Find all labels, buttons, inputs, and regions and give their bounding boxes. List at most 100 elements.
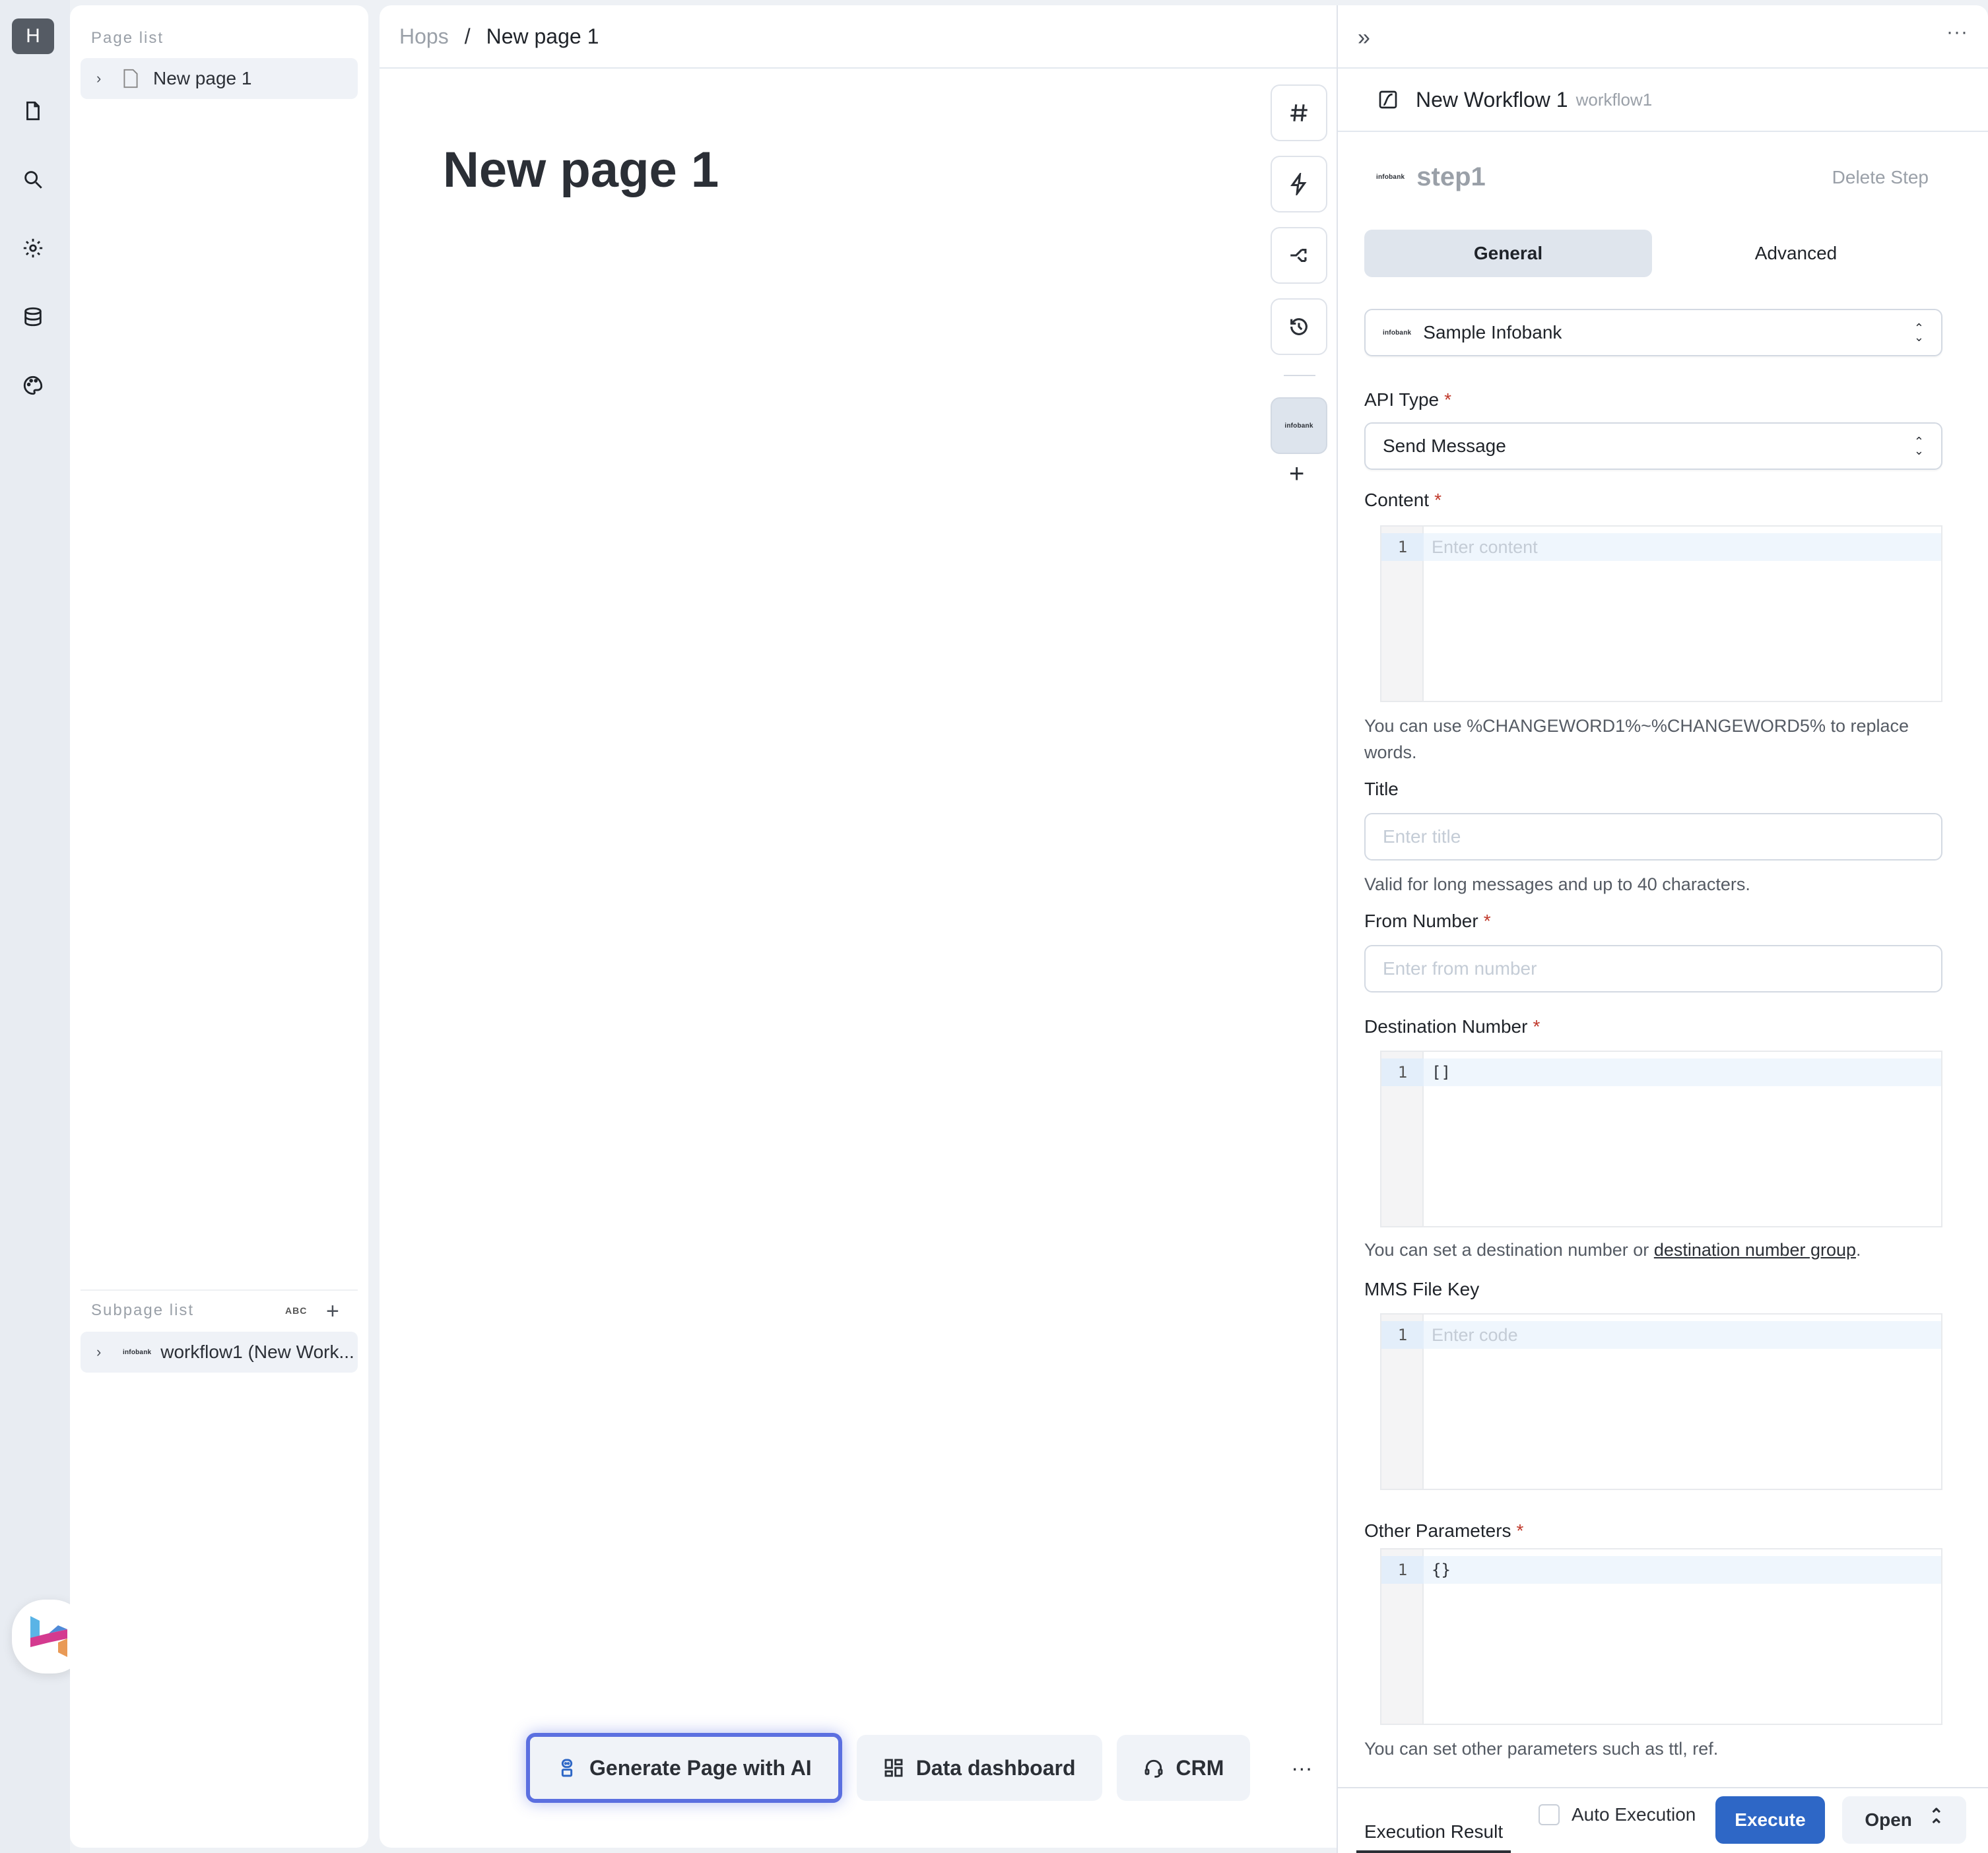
generate-page-ai-button[interactable]: Generate Page with AI bbox=[526, 1733, 842, 1803]
page-title[interactable]: New page 1 bbox=[443, 141, 719, 199]
settings-nav-button[interactable] bbox=[20, 235, 46, 261]
tab-advanced[interactable]: Advanced bbox=[1652, 230, 1940, 277]
destination-number-help: You can set a destination number or dest… bbox=[1364, 1240, 1861, 1260]
execute-button[interactable]: Execute bbox=[1715, 1796, 1825, 1844]
open-results-button[interactable]: Open ⌃ ⌃ bbox=[1842, 1796, 1966, 1844]
page-list-panel: Page list › New page 1 Subpage list ABC … bbox=[70, 5, 368, 1848]
toolbar-divider bbox=[1284, 375, 1315, 376]
add-subpage-button[interactable]: + bbox=[326, 1300, 339, 1322]
search-icon bbox=[24, 171, 42, 189]
destination-number-label: Destination Number * bbox=[1364, 1016, 1541, 1037]
page-list-item[interactable]: › New page 1 bbox=[81, 58, 358, 99]
mms-file-key-placeholder: Enter code bbox=[1432, 1324, 1518, 1345]
workflow-id: workflow1 bbox=[1575, 89, 1653, 110]
flow-button[interactable] bbox=[1271, 227, 1327, 284]
execution-result-tab[interactable]: Execution Result bbox=[1364, 1821, 1503, 1842]
data-dashboard-button[interactable]: Data dashboard bbox=[856, 1735, 1102, 1801]
infobank-logo-icon: infobank bbox=[123, 1348, 152, 1356]
from-number-input[interactable] bbox=[1364, 945, 1942, 992]
auto-execution-label: Auto Execution bbox=[1572, 1804, 1696, 1825]
line-number: 1 bbox=[1381, 1321, 1424, 1349]
other-parameters-help: You can set other parameters such as ttl… bbox=[1364, 1739, 1719, 1759]
api-type-select[interactable]: Send Message ⌃ ⌄ bbox=[1364, 422, 1942, 470]
content-editor[interactable]: 1 Enter content bbox=[1380, 525, 1942, 702]
pages-nav-button[interactable] bbox=[20, 98, 46, 124]
other-parameters-value: {} bbox=[1432, 1561, 1451, 1579]
active-tab-indicator bbox=[1356, 1850, 1511, 1853]
dashboard-icon bbox=[884, 1759, 903, 1777]
api-type-label: API Type * bbox=[1364, 389, 1452, 410]
crm-button[interactable]: CRM bbox=[1116, 1735, 1251, 1801]
history-icon bbox=[1290, 318, 1308, 335]
destination-number-value: [] bbox=[1432, 1063, 1451, 1082]
other-parameters-label: Other Parameters * bbox=[1364, 1520, 1524, 1541]
theme-nav-button[interactable] bbox=[20, 372, 46, 399]
destination-number-editor[interactable]: 1 [] bbox=[1380, 1051, 1942, 1227]
robot-icon bbox=[561, 1759, 573, 1777]
step-tabs: General Advanced bbox=[1364, 230, 1940, 277]
subpage-list-label: Subpage list bbox=[91, 1301, 195, 1319]
title-label: Title bbox=[1364, 779, 1399, 799]
subpage-list-item[interactable]: › infobank workflow1 (New Work... bbox=[81, 1332, 358, 1373]
sort-abc-button[interactable]: ABC bbox=[285, 1305, 307, 1316]
variables-button[interactable] bbox=[1271, 84, 1327, 141]
auto-execution-toggle[interactable]: Auto Execution bbox=[1539, 1804, 1696, 1825]
hash-icon bbox=[1290, 104, 1308, 121]
page-icon bbox=[123, 69, 138, 88]
document-icon bbox=[26, 101, 40, 121]
triggers-button[interactable] bbox=[1271, 156, 1327, 212]
subpage-list-item-label: workflow1 (New Work... bbox=[160, 1342, 354, 1362]
divider bbox=[81, 1289, 358, 1291]
title-input[interactable] bbox=[1364, 813, 1942, 861]
infobank-logo-icon: infobank bbox=[1376, 174, 1405, 181]
mms-file-key-label: MMS File Key bbox=[1364, 1279, 1480, 1299]
headset-icon bbox=[1144, 1759, 1162, 1778]
infobank-logo-icon: infobank bbox=[1284, 422, 1313, 430]
data-dashboard-label: Data dashboard bbox=[915, 1755, 1076, 1780]
step-header: infobank step1 Delete Step bbox=[1376, 162, 1929, 192]
api-type-value: Send Message bbox=[1383, 436, 1506, 456]
workflow-title: New Workflow 1 bbox=[1416, 87, 1568, 112]
delete-step-button[interactable]: Delete Step bbox=[1832, 167, 1929, 188]
infobank-logo-icon: infobank bbox=[1383, 329, 1412, 337]
tab-general[interactable]: General bbox=[1364, 230, 1652, 277]
panel-topbar: » ··· bbox=[1338, 5, 1988, 69]
lightning-icon bbox=[1290, 173, 1307, 195]
workflow-panel: » ··· New Workflow 1 workflow1 infobank … bbox=[1337, 5, 1988, 1853]
history-button[interactable] bbox=[1271, 298, 1327, 355]
updown-chevron-icon: ⌃ ⌄ bbox=[1913, 435, 1924, 457]
title-help: Valid for long messages and up to 40 cha… bbox=[1364, 874, 1750, 894]
workspace-avatar[interactable]: H bbox=[12, 18, 54, 54]
step-name[interactable]: step1 bbox=[1416, 162, 1486, 192]
chevron-right-icon[interactable]: › bbox=[96, 1344, 111, 1361]
main-panel: Hops / New page 1 New page 1 infobank + … bbox=[380, 5, 1337, 1848]
chevron-right-icon[interactable]: › bbox=[96, 70, 111, 87]
from-number-label: From Number * bbox=[1364, 911, 1491, 931]
connection-select[interactable]: infobank Sample Infobank ⌃ ⌄ bbox=[1364, 309, 1942, 356]
collapse-panel-icon[interactable]: » bbox=[1358, 25, 1370, 51]
add-integration-button[interactable]: + bbox=[1289, 461, 1304, 487]
line-number: 1 bbox=[1381, 533, 1424, 561]
breadcrumb-root-link[interactable]: Hops bbox=[399, 24, 449, 49]
destination-number-group-link[interactable]: destination number group bbox=[1654, 1240, 1856, 1260]
page-list-item-label: New page 1 bbox=[153, 68, 252, 88]
breadcrumb-separator: / bbox=[464, 24, 471, 48]
other-parameters-editor[interactable]: 1 {} bbox=[1380, 1548, 1942, 1725]
line-number: 1 bbox=[1381, 1058, 1424, 1086]
workflow-icon bbox=[1379, 90, 1397, 109]
breadcrumb-current: New page 1 bbox=[486, 24, 599, 48]
database-nav-button[interactable] bbox=[20, 304, 46, 330]
auto-execution-checkbox[interactable] bbox=[1539, 1804, 1560, 1825]
more-options-icon[interactable]: ··· bbox=[1946, 21, 1968, 44]
generate-page-ai-label: Generate Page with AI bbox=[589, 1755, 812, 1780]
mms-file-key-editor[interactable]: 1 Enter code bbox=[1380, 1313, 1942, 1490]
left-rail: H bbox=[0, 0, 86, 1853]
more-actions-button[interactable]: ··· bbox=[1291, 1756, 1312, 1780]
connection-value: Sample Infobank bbox=[1423, 322, 1562, 342]
line-number: 1 bbox=[1381, 1556, 1424, 1584]
double-chevron-up-icon: ⌃ ⌃ bbox=[1929, 1805, 1944, 1835]
search-nav-button[interactable] bbox=[20, 166, 46, 193]
infobank-integration-button[interactable]: infobank bbox=[1271, 397, 1327, 454]
breadcrumb: Hops / New page 1 bbox=[380, 5, 1337, 69]
quick-actions: Generate Page with AI Data dashboard CRM… bbox=[526, 1733, 1312, 1803]
